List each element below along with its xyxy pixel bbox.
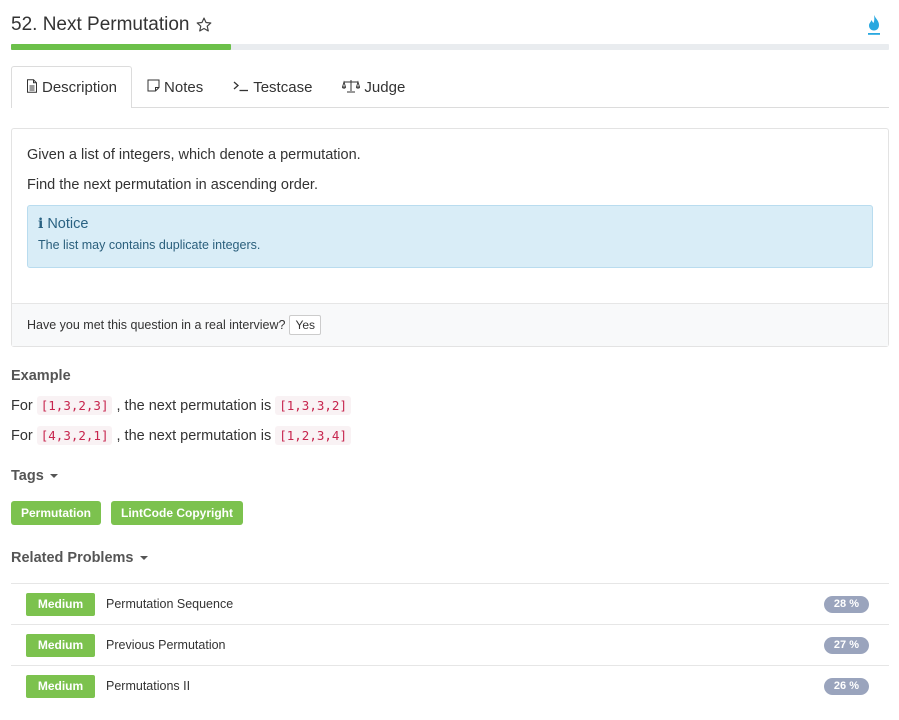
example-output: [1,3,3,2] bbox=[275, 396, 351, 415]
problem-title: 52. Next Permutation bbox=[11, 14, 190, 35]
info-icon: i bbox=[38, 216, 44, 232]
interview-question: Have you met this question in a real int… bbox=[27, 318, 286, 332]
tab-testcase[interactable]: Testcase bbox=[218, 66, 327, 108]
tab-notes[interactable]: Notes bbox=[132, 66, 218, 108]
example-output: [1,2,3,4] bbox=[275, 426, 351, 445]
note-icon bbox=[147, 79, 164, 96]
flame-icon[interactable] bbox=[867, 14, 881, 36]
difficulty-badge: Medium bbox=[26, 592, 95, 616]
tag-permutation[interactable]: Permutation bbox=[11, 501, 102, 525]
related-name[interactable]: Permutations II bbox=[106, 679, 190, 693]
example-prefix: For bbox=[11, 397, 33, 414]
related-item[interactable]: Medium Previous Permutation 27 % bbox=[11, 624, 889, 665]
caret-down-icon bbox=[139, 556, 148, 561]
description-line: Find the next permutation in ascending o… bbox=[27, 177, 318, 193]
tab-label: Notes bbox=[164, 79, 204, 96]
yes-button[interactable]: Yes bbox=[289, 315, 322, 335]
notice-text: The list may contains duplicate integers… bbox=[38, 238, 261, 252]
difficulty-badge: Medium bbox=[26, 674, 95, 698]
related-item[interactable]: Medium Permutation Sequence 28 % bbox=[11, 583, 889, 624]
related-name[interactable]: Permutation Sequence bbox=[106, 597, 233, 611]
tab-bar: Description Notes Testcase Judge bbox=[11, 66, 889, 108]
tags-heading: Tags bbox=[11, 468, 44, 484]
progress-bar bbox=[11, 44, 889, 50]
tab-judge[interactable]: Judge bbox=[327, 66, 420, 108]
interview-footer: Have you met this question in a real int… bbox=[12, 303, 888, 346]
example-row: For [1,3,2,3] , the next permutation is … bbox=[11, 396, 355, 415]
scale-icon bbox=[342, 79, 364, 97]
related-toggle[interactable]: Related Problems bbox=[11, 550, 148, 566]
notice-title: Notice bbox=[47, 216, 89, 232]
caret-down-icon bbox=[49, 474, 58, 479]
document-icon bbox=[26, 78, 42, 97]
tab-description[interactable]: Description bbox=[11, 66, 133, 108]
star-icon[interactable] bbox=[195, 16, 213, 34]
tab-label: Testcase bbox=[253, 79, 313, 96]
progress-fill bbox=[11, 44, 231, 50]
example-middle: , the next permutation is bbox=[116, 397, 272, 414]
acceptance-rate: 28 % bbox=[823, 595, 869, 613]
difficulty-badge: Medium bbox=[26, 633, 95, 657]
tag-lintcode-copyright[interactable]: LintCode Copyright bbox=[111, 501, 243, 525]
problem-header: 52. Next Permutation bbox=[11, 12, 889, 42]
example-row: For [4,3,2,1] , the next permutation is … bbox=[11, 426, 355, 445]
description-line: Given a list of integers, which denote a… bbox=[27, 147, 361, 163]
related-item[interactable]: Medium Permutations II 26 % bbox=[11, 665, 889, 706]
notice-box: i Notice The list may contains duplicate… bbox=[27, 205, 873, 268]
description-panel: Given a list of integers, which denote a… bbox=[11, 128, 889, 347]
terminal-icon bbox=[233, 79, 253, 96]
acceptance-rate: 27 % bbox=[823, 636, 869, 654]
example-input: [4,3,2,1] bbox=[36, 426, 113, 445]
example-prefix: For bbox=[11, 427, 33, 444]
related-heading: Related Problems bbox=[11, 550, 134, 566]
example-heading: Example bbox=[11, 368, 71, 384]
related-name[interactable]: Previous Permutation bbox=[106, 638, 226, 652]
tab-label: Judge bbox=[364, 79, 406, 96]
tags-toggle[interactable]: Tags bbox=[11, 468, 58, 484]
example-middle: , the next permutation is bbox=[116, 427, 272, 444]
related-list: Medium Permutation Sequence 28 % Medium … bbox=[11, 583, 889, 706]
acceptance-rate: 26 % bbox=[823, 677, 869, 695]
tab-label: Description bbox=[42, 79, 118, 96]
example-input: [1,3,2,3] bbox=[36, 396, 113, 415]
